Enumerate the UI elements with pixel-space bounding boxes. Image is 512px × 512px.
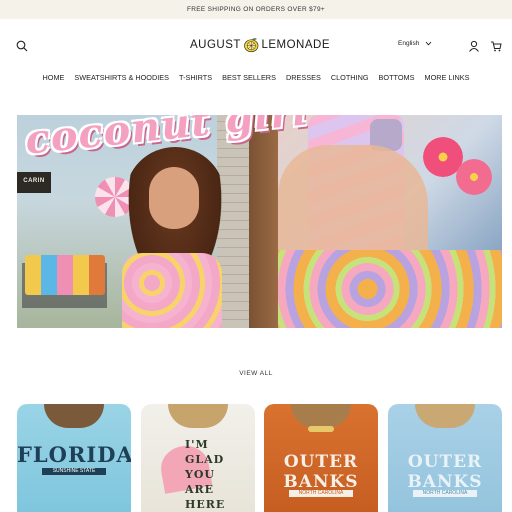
hero-label-patch: CARIN [17, 172, 51, 193]
view-all-row: VIEW ALL [0, 370, 512, 377]
nav-item-sweatshirts-hoodies[interactable]: SWEATSHIRTS & HOODIES [74, 73, 169, 82]
floral-dress-image [122, 253, 222, 328]
hero-photo-phone [278, 115, 502, 250]
cart-icon[interactable] [488, 38, 504, 54]
nav-item-more-links[interactable]: MORE LINKS [424, 73, 469, 82]
main-nav: HOME SWEATSHIRTS & HOODIES T-SHIRTS BEST… [0, 71, 512, 83]
lemon-icon [244, 38, 259, 53]
announcement-bar: FREE SHIPPING ON ORDERS OVER $79+ [0, 0, 512, 19]
product-card[interactable]: OUTER BANKS NORTH CAROLINA [388, 404, 502, 512]
store-logo[interactable]: AUGUST LEMONADE [190, 31, 330, 59]
product-graphic-text: OUTER BANKS [407, 452, 483, 492]
announcement-text: FREE SHIPPING ON ORDERS OVER $79+ [187, 6, 325, 13]
nav-item-dresses[interactable]: DRESSES [286, 73, 321, 82]
nav-item-t-shirts[interactable]: T-SHIRTS [179, 73, 212, 82]
product-graphic-text: I'M GLAD YOU ARE HERE [185, 438, 226, 511]
product-card[interactable]: OUTER BANKS NORTH CAROLINA [264, 404, 378, 512]
product-graphic-text: OUTER BANKS [283, 452, 359, 492]
product-grid: FLORIDA SUNSHINE STATE I'M GLAD YOU ARE … [17, 404, 502, 512]
hero-banner[interactable]: CARIN coconut girl [17, 115, 502, 328]
product-card[interactable]: FLORIDA SUNSHINE STATE [17, 404, 131, 512]
product-card[interactable]: I'M GLAD YOU ARE HERE [141, 404, 255, 512]
product-graphic-sub: NORTH CAROLINA [289, 490, 353, 497]
language-selector[interactable]: English [398, 40, 432, 47]
product-graphic-sub: NORTH CAROLINA [413, 490, 477, 497]
hibiscus-icon [456, 159, 492, 195]
product-bottles-image [25, 255, 105, 295]
nav-item-bottoms[interactable]: BOTTOMS [379, 73, 415, 82]
language-label: English [398, 40, 420, 47]
chevron-down-icon [425, 41, 432, 46]
nav-item-clothing[interactable]: CLOTHING [331, 73, 369, 82]
hero-photo-swimwear [278, 250, 502, 328]
logo-text-right: LEMONADE [261, 39, 330, 51]
product-graphic-text: FLORIDA [17, 442, 131, 467]
hero-patch-label: CARIN [23, 178, 45, 184]
search-icon[interactable] [14, 38, 30, 54]
account-icon[interactable] [466, 38, 482, 54]
view-all-link[interactable]: VIEW ALL [239, 370, 273, 377]
site-header: AUGUST LEMONADE English [0, 19, 512, 71]
logo-text-left: AUGUST [190, 39, 241, 51]
product-graphic-sub: SUNSHINE STATE [42, 468, 106, 475]
nav-item-home[interactable]: HOME [43, 73, 65, 82]
nav-item-best-sellers[interactable]: BEST SELLERS [222, 73, 276, 82]
